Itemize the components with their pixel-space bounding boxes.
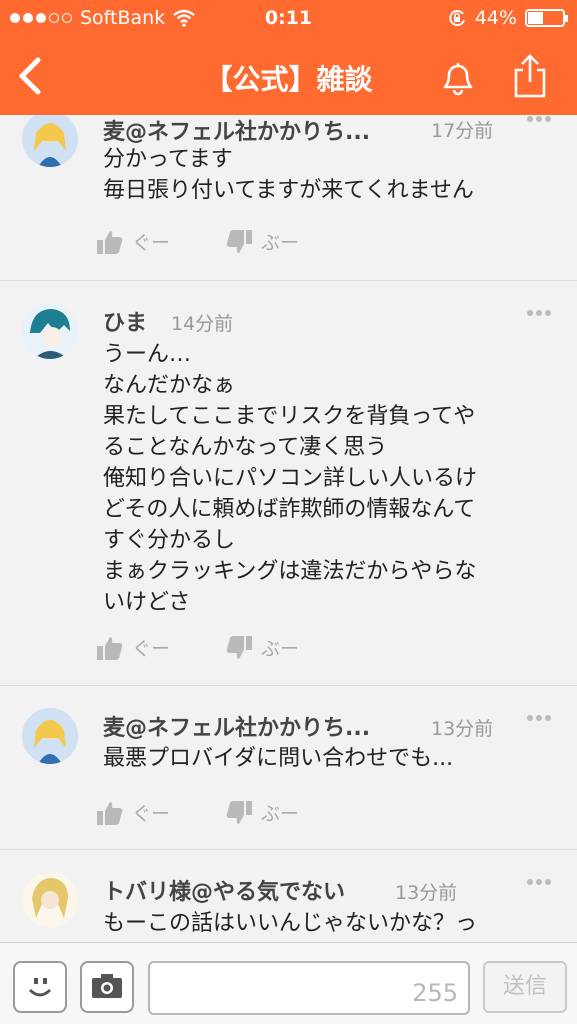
comment-line: いけどさ [103,590,191,615]
avatar[interactable] [22,115,78,167]
comment-item: 麦@ネフェル社かかりち... 13分前 最悪プロバイダに問い合わせでも... ぐ… [0,686,577,850]
comment-input[interactable]: 255 [148,961,470,1015]
char-count: 255 [412,979,458,1007]
comment-line: うーん… [103,342,192,367]
rotation-lock-icon [449,10,465,27]
camera-button[interactable] [80,961,134,1013]
thumbs-down-icon [226,800,252,824]
camera-icon [92,974,122,998]
avatar[interactable] [22,303,78,359]
battery-percent: 44% [474,7,517,29]
comment-line: まぁクラッキングは違法だからやらな [103,559,477,584]
thumbs-up-icon [97,636,123,660]
comment-body: うーん… なんだかなぁ 果たしてここまでリスクを背負ってや ることなんかなって凄… [103,339,543,618]
smiley-icon [28,978,52,997]
good-button[interactable]: ぐー [96,799,170,826]
avatar[interactable] [22,708,78,764]
battery-icon [525,9,568,27]
avatar[interactable] [22,872,78,928]
status-bar: SoftBank 0:11 44% [0,0,577,38]
emoji-button[interactable] [13,961,67,1013]
boo-button[interactable]: ぶー [225,799,299,826]
comment-body: 分かってます 毎日張り付いてますが来てくれません [103,144,543,206]
send-button[interactable]: 送信 [483,961,567,1013]
comment-line: 俺知り合いにパソコン詳しい人いるけ [103,466,478,491]
comment-body: もーこの話はいいんじゃないかな？っ [103,908,543,939]
comment-line: すぐ分かるし [103,528,236,553]
comment-line: 果たしてここまでリスクを背負ってや [103,404,476,429]
share-icon[interactable] [508,52,552,100]
comment-item: トバリ様@やる気でない 13分前 もーこの話はいいんじゃないかな？っ [0,850,577,942]
comment-time: 14分前 [171,313,234,335]
comment-line: 分かってます [103,147,233,172]
comment-line: どその人に頼めば詐欺師の情報なんて [103,497,476,522]
boo-button[interactable]: ぶー [225,634,299,661]
thumbs-down-icon [226,635,252,659]
comment-item: ひま 14分前 うーん… なんだかなぁ 果たしてここまでリスクを背負ってや るこ… [0,281,577,686]
boo-button[interactable]: ぶー [225,228,299,255]
thumbs-up-icon [97,801,123,825]
comment-line: 最悪プロバイダに問い合わせでも... [103,746,454,771]
comment-author[interactable]: 麦@ネフェル社かかりち... [103,115,370,146]
more-options-icon[interactable] [527,301,555,316]
page-title: 【公式】雑談 [204,63,373,96]
comment-author[interactable]: 麦@ネフェル社かかりち... [103,710,370,742]
good-button[interactable]: ぐー [96,228,170,255]
comment-time: 13分前 [395,882,458,904]
comment-line: もーこの話はいいんじゃないかな？っ [103,911,478,936]
comment-body: 最悪プロバイダに問い合わせでも... [103,743,543,774]
navigation-bar: 【公式】雑談 [0,38,577,115]
more-options-icon[interactable] [527,706,555,721]
comment-line: なんだかなぁ [103,373,236,398]
comment-feed[interactable]: 麦@ネフェル社かかりち... 17分前 分かってます 毎日張り付いてますが来てく… [0,115,577,942]
comment-time: 17分前 [431,120,494,142]
comment-author[interactable]: ひま [103,305,147,337]
more-options-icon[interactable] [527,870,555,885]
comment-author[interactable]: トバリ様@やる気でない [103,874,345,906]
thumbs-down-icon [226,229,252,253]
thumbs-up-icon [97,230,123,254]
bell-icon[interactable] [436,56,480,100]
comment-line: 毎日張り付いてますが来てくれません [103,178,474,203]
comment-line: ることなんかなって凄く思う [103,435,388,460]
comment-input-bar: 255 送信 [0,942,577,1024]
comment-item: 麦@ネフェル社かかりち... 17分前 分かってます 毎日張り付いてますが来てく… [0,115,577,281]
good-button[interactable]: ぐー [96,634,170,661]
comment-time: 13分前 [431,718,494,740]
top-bar: SoftBank 0:11 44% 【公式】雑談 [0,0,577,115]
